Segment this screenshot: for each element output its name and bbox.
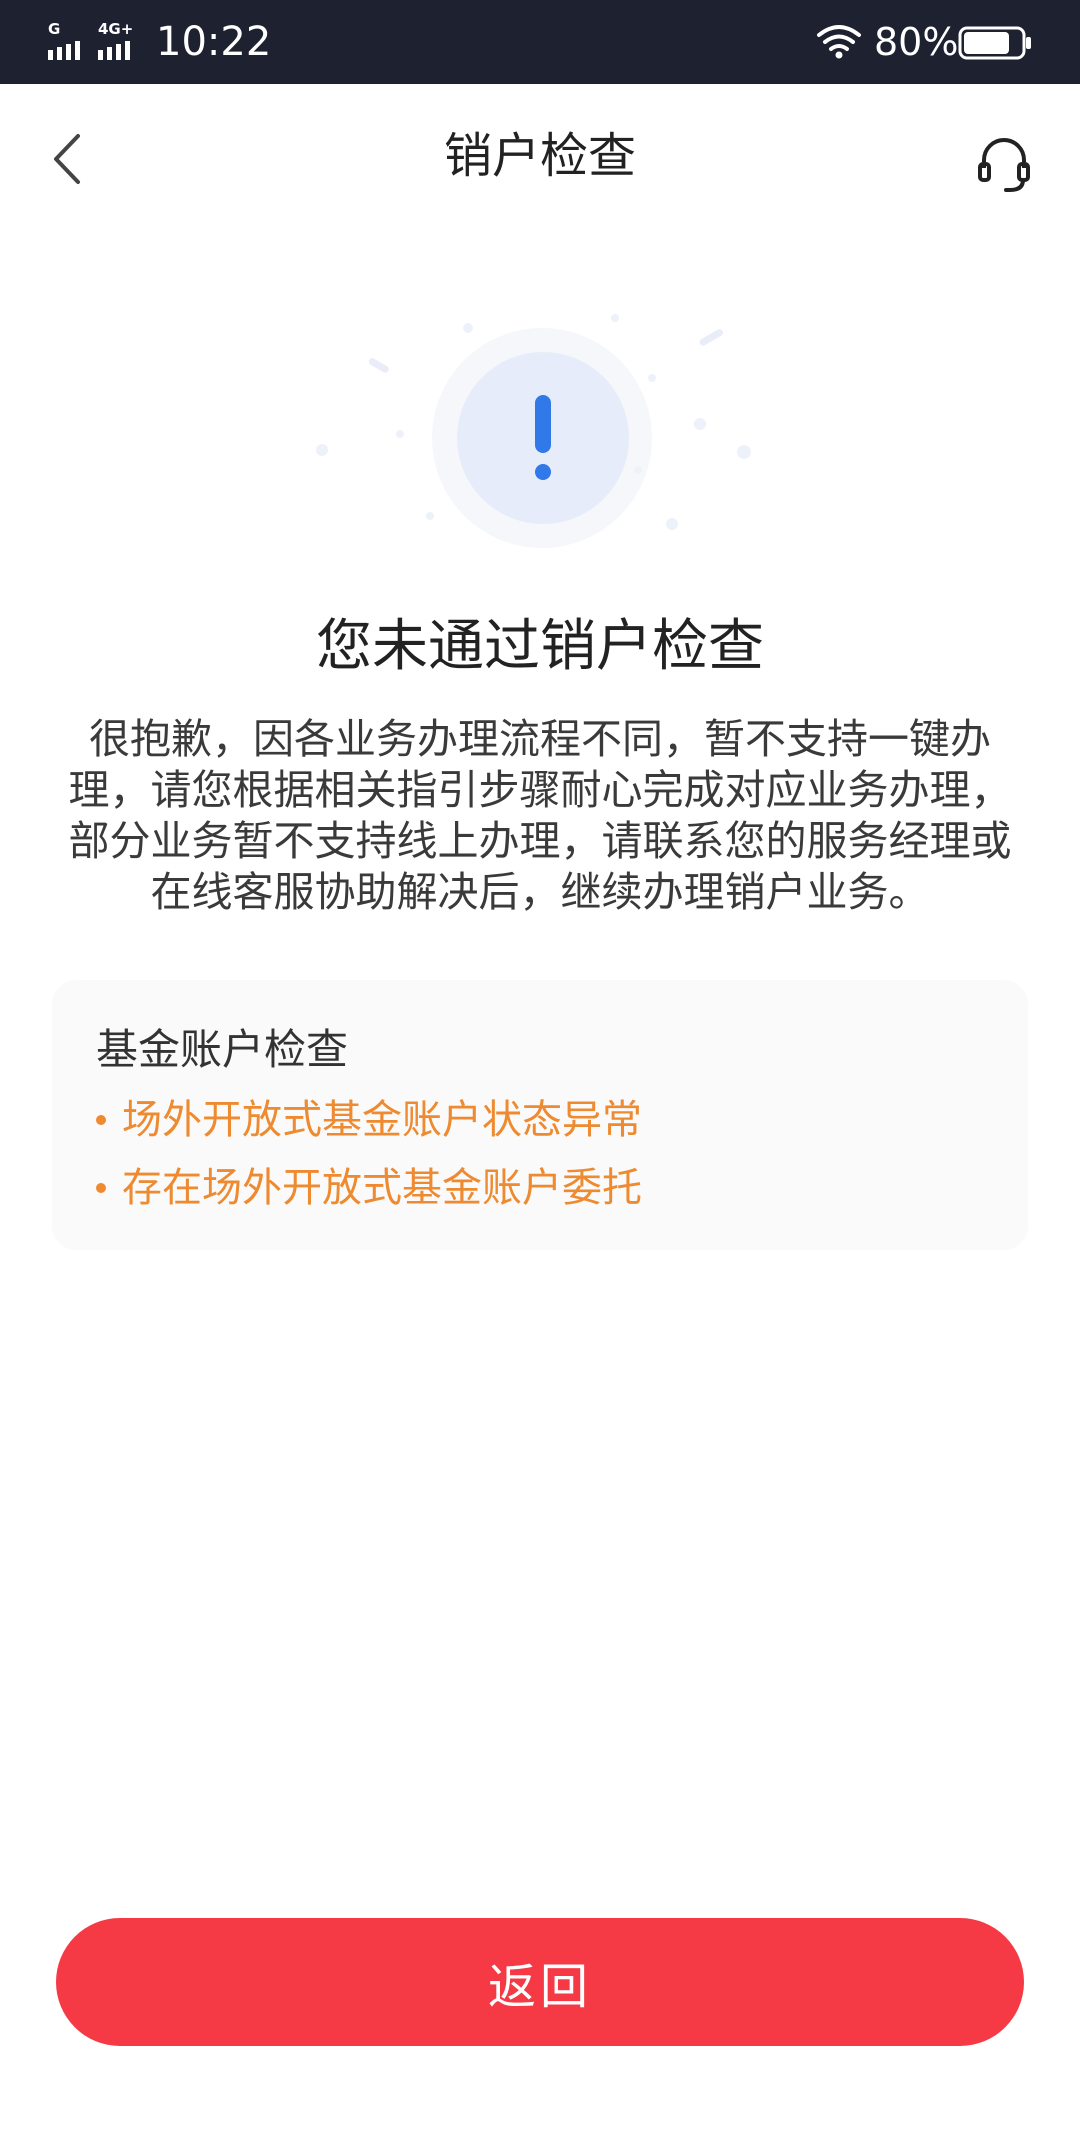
page-title: 销户检查	[443, 128, 636, 184]
bullet-dot-icon	[96, 1115, 106, 1125]
customer-service-button[interactable]	[976, 134, 1032, 194]
battery-icon	[958, 26, 1031, 60]
battery-percent: 80%	[874, 20, 959, 64]
exclamation-icon	[535, 395, 551, 480]
issue-item: 场外开放式基金账户状态异常	[96, 1092, 642, 1148]
signal-icon: G 4G+	[48, 20, 133, 60]
issue-text: 场外开放式基金账户状态异常	[122, 1097, 642, 1143]
return-button[interactable]: 返回	[56, 1918, 1024, 2046]
return-button-label: 返回	[487, 1961, 592, 2014]
issue-text: 存在场外开放式基金账户委托	[122, 1165, 642, 1211]
warning-illustration	[316, 314, 751, 548]
bullet-dot-icon	[96, 1183, 106, 1193]
status-bar: G 4G+ 10:22 80%	[0, 0, 1080, 84]
fund-account-check-card: 基金账户检查 场外开放式基金账户状态异常 存在场外开放式基金账户委托	[52, 980, 1028, 1250]
svg-text:4G+: 4G+	[98, 20, 133, 38]
result-description: 很抱歉，因各业务办理流程不同，暂不支持一键办理，请您根据相关指引步骤耐心完成对应…	[68, 715, 1012, 916]
nav-bar: 销户检查	[0, 84, 1080, 224]
status-time: 10:22	[156, 19, 272, 65]
headset-icon	[978, 138, 1030, 192]
wifi-icon	[817, 25, 861, 59]
card-title: 基金账户检查	[96, 1025, 349, 1074]
svg-text:G: G	[48, 20, 60, 38]
issue-item: 存在场外开放式基金账户委托	[96, 1160, 642, 1216]
result-title: 您未通过销户检查	[316, 614, 764, 679]
